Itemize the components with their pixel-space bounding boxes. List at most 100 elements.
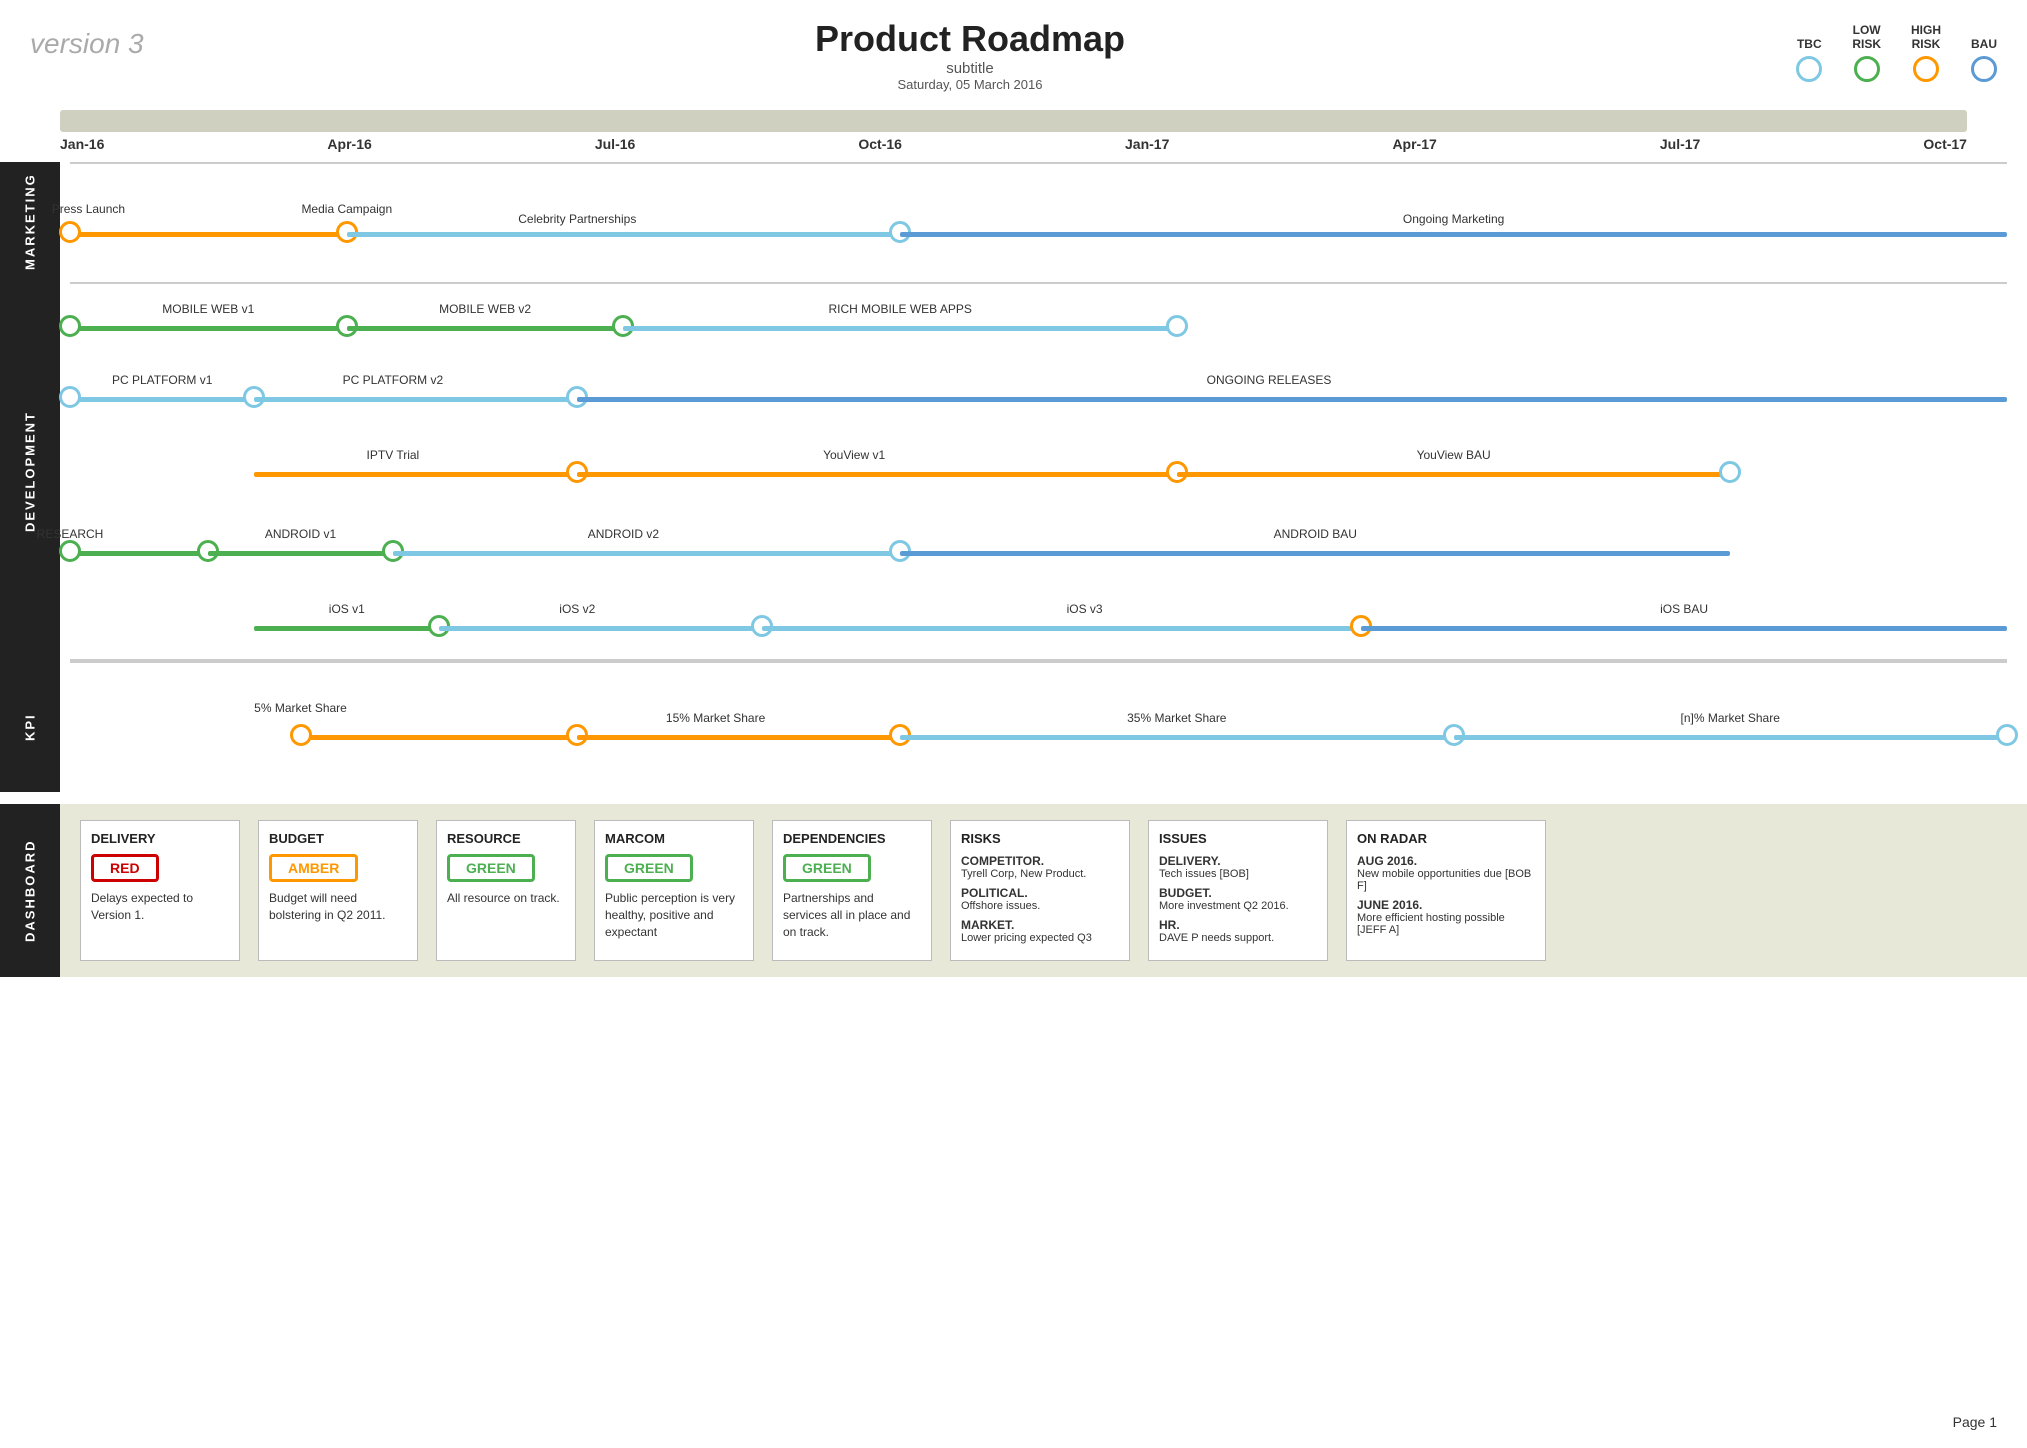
section-text: DAVE P needs support. (1159, 932, 1317, 944)
dashboard-label: DASHBOARD (0, 804, 60, 977)
dashboard-card-resource: RESOURCEGREENAll resource on track. (436, 820, 576, 961)
ios-lane: iOS v1iOS v2iOS v3iOS BAU (70, 584, 2007, 659)
marketing-lane: Press LaunchMedia CampaignCelebrity Part… (70, 162, 2007, 282)
dashboard-section: DASHBOARD DELIVERY RED Delays expected to … (0, 804, 2027, 977)
timeline-bar (60, 110, 1967, 132)
timeline-section: Jan-16 Apr-16 Jul-16 Oct-16 Jan-17 Apr-17 Jul-… (0, 110, 2027, 152)
road-label: iOS v3 (1067, 602, 1103, 616)
timeline-label: Jul-17 (1660, 136, 1700, 152)
road-label: IPTV Trial (367, 448, 420, 462)
road-label: Media Campaign (301, 202, 392, 216)
dashboard-card-on-radar: ON RADAR AUG 2016.New mobile opportunitie… (1346, 820, 1546, 961)
card-title: BUDGET (269, 831, 407, 846)
section-text: More efficient hosting possible [JEFF A] (1357, 912, 1535, 936)
road-circle (1719, 461, 1741, 483)
section-text: Tech issues [BOB] (1159, 868, 1317, 880)
road-label: RICH MOBILE WEB APPS (829, 302, 972, 316)
road-circle (1166, 315, 1188, 337)
card-section: MARKET.Lower pricing expected Q3 (961, 918, 1119, 944)
road-label: 35% Market Share (1127, 711, 1226, 725)
dashboard-card-dependencies: DEPENDENCIES GREEN Partnerships and servic… (772, 820, 932, 961)
card-section: COMPETITOR.Tyrell Corp, New Product. (961, 854, 1119, 880)
card-title: DEPENDENCIES (783, 831, 921, 846)
card-text: Public perception is very healthy, posit… (605, 890, 743, 940)
status-badge: GREEN (447, 854, 535, 882)
card-section: JUNE 2016.More efficient hosting possibl… (1357, 898, 1535, 936)
kpi-lane: 5% Market Share15% Market Share35% Marke… (70, 661, 2007, 791)
road-label: Ongoing Marketing (1403, 212, 1504, 226)
road-label: iOS v2 (559, 602, 595, 616)
card-section: HR.DAVE P needs support. (1159, 918, 1317, 944)
timeline-label: Jul-16 (595, 136, 635, 152)
timeline-label: Jan-16 (60, 136, 104, 152)
road-label: 15% Market Share (666, 711, 765, 725)
status-badge: GREEN (605, 854, 693, 882)
timeline-label: Oct-16 (858, 136, 902, 152)
subtitle: subtitle (815, 60, 1125, 77)
dashboard-card-risks: RISKS COMPETITOR.Tyrell Corp, New Product… (950, 820, 1130, 961)
section-subtitle: AUG 2016. (1357, 854, 1535, 868)
section-subtitle: HR. (1159, 918, 1317, 932)
road-label: PC PLATFORM v2 (343, 373, 443, 387)
section-subtitle: BUDGET. (1159, 886, 1317, 900)
card-title: ON RADAR (1357, 831, 1535, 846)
card-section: AUG 2016.New mobile opportunities due [B… (1357, 854, 1535, 892)
card-section: POLITICAL.Offshore issues. (961, 886, 1119, 912)
marketing-label: MARKETING (0, 162, 60, 282)
section-text: More investment Q2 2016. (1159, 900, 1317, 912)
row-labels: MARKETING DEVELOPMENT KPI (0, 162, 60, 792)
dashboard-card-delivery: DELIVERY RED Delays expected to Version 1. (80, 820, 240, 961)
status-badge: GREEN (783, 854, 871, 882)
section-text: Offshore issues. (961, 900, 1119, 912)
iptv-lane: IPTV TrialYouView v1YouView BAU (70, 434, 2007, 509)
road-label: ANDROID BAU (1274, 527, 1357, 541)
section-subtitle: COMPETITOR. (961, 854, 1119, 868)
road-label: [n]% Market Share (1681, 711, 1780, 725)
road-label: PC PLATFORM v1 (112, 373, 212, 387)
card-title: MARCOM (605, 831, 743, 846)
road-circle (59, 221, 81, 243)
mobile-web-lane: MOBILE WEB v1 MOBILE WEB v2 RICH MOBILE WE… (70, 284, 2007, 359)
dashboard-card-issues: ISSUES DELIVERY.Tech issues [BOB] BUDGET.M… (1148, 820, 1328, 961)
legend-item-bau: BAU (1971, 37, 1997, 81)
road-circle (290, 724, 312, 746)
road-label: ANDROID v2 (588, 527, 659, 541)
section-text: New mobile opportunities due [BOB F] (1357, 868, 1535, 892)
timeline-label: Jan-17 (1125, 136, 1169, 152)
main-content: MARKETING DEVELOPMENT KPI Press LaunchMe… (0, 162, 2027, 792)
section-subtitle: DELIVERY. (1159, 854, 1317, 868)
road-label: ONGOING RELEASES (1207, 373, 1332, 387)
card-text: Delays expected to Version 1. (91, 890, 229, 924)
timeline-label: Oct-17 (1923, 136, 1967, 152)
android-lane: RESEARCHANDROID v1ANDROID v2ANDROID BAU (70, 509, 2007, 584)
road-label: MOBILE WEB v1 (162, 302, 254, 316)
timeline-label: Apr-17 (1392, 136, 1436, 152)
version-label: version 3 (30, 18, 144, 60)
dashboard-card-budget: BUDGETAMBERBudget will need bolstering i… (258, 820, 418, 961)
section-text: Tyrell Corp, New Product. (961, 868, 1119, 880)
card-section: BUDGET.More investment Q2 2016. (1159, 886, 1317, 912)
card-section: DELIVERY.Tech issues [BOB] (1159, 854, 1317, 880)
page-header: version 3 Product Roadmap subtitle Satur… (0, 0, 2027, 102)
card-title: ISSUES (1159, 831, 1317, 846)
card-title: RISKS (961, 831, 1119, 846)
status-badge: RED (91, 854, 159, 882)
status-badge: AMBER (269, 854, 358, 882)
section-subtitle: MARKET. (961, 918, 1119, 932)
legend-item-tbc: TBC (1796, 37, 1822, 81)
road-circle (59, 540, 81, 562)
road-label: Press Launch (52, 202, 125, 216)
road-label: MOBILE WEB v2 (439, 302, 531, 316)
road-circle (1996, 724, 2018, 746)
road-circle (59, 315, 81, 337)
road-label: iOS v1 (329, 602, 365, 616)
section-subtitle: POLITICAL. (961, 886, 1119, 900)
timeline-labels: Jan-16 Apr-16 Jul-16 Oct-16 Jan-17 Apr-17 Jul-… (60, 136, 1967, 152)
road-label: YouView v1 (823, 448, 885, 462)
card-text: Partnerships and services all in place a… (783, 890, 921, 940)
road-label: Celebrity Partnerships (518, 212, 636, 226)
timeline-label: Apr-16 (327, 136, 371, 152)
page-title: Product Roadmap (815, 18, 1125, 60)
card-title: DELIVERY (91, 831, 229, 846)
page-number: Page 1 (1953, 1414, 1997, 1430)
